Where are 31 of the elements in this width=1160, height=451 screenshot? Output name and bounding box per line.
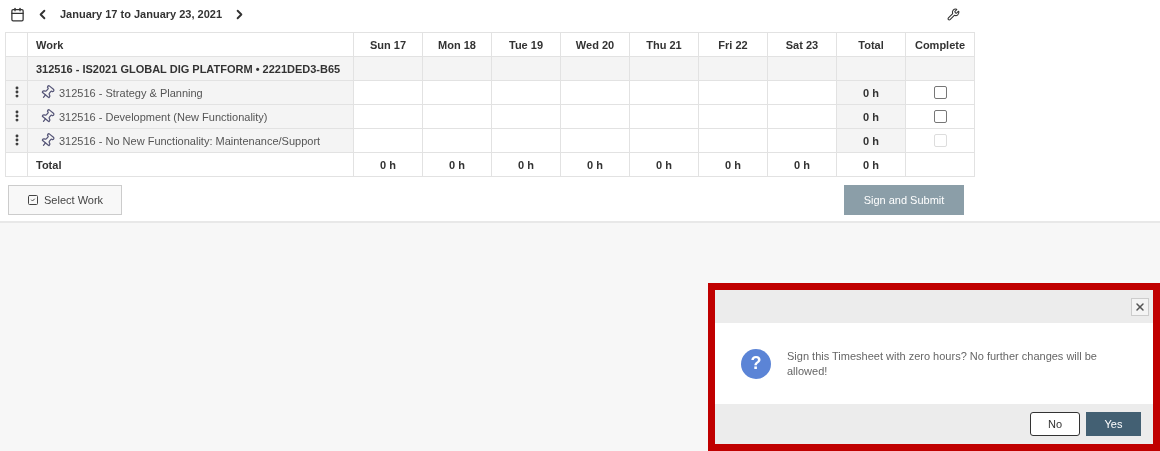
pin-icon[interactable]	[40, 109, 55, 124]
complete-checkbox[interactable]	[933, 86, 947, 100]
column-header: Thu 21	[629, 32, 699, 57]
group-cell: 312516 - IS2021 GLOBAL DIG PLATFORM • 2221DED3-B65	[27, 56, 354, 81]
complete-checkbox[interactable]	[933, 110, 947, 124]
date-range: January 17 to January 23, 2021	[60, 8, 223, 20]
pin-icon[interactable]	[40, 85, 55, 100]
calendar-icon[interactable]	[10, 6, 25, 22]
column-header: Work	[27, 32, 354, 57]
select-work-button[interactable]: Select Work	[8, 185, 123, 215]
yes-button[interactable]: Yes	[1086, 412, 1141, 436]
close-button[interactable]	[1131, 297, 1149, 316]
checkbox-icon	[27, 194, 39, 206]
table-cell: Total	[27, 152, 354, 177]
work-item: 312516 - No New Functionality: Maintenance/Support	[59, 134, 321, 147]
column-header: Total	[836, 32, 906, 57]
column-header: Wed 20	[560, 32, 630, 57]
column-header: Tue 19	[491, 32, 561, 57]
work-item: 312516 - Strategy & Planning	[59, 86, 203, 99]
close-icon	[1134, 300, 1146, 313]
column-header: Mon 18	[422, 32, 492, 57]
column-header: Complete	[905, 32, 975, 57]
column-header: Sun 17	[353, 32, 423, 57]
work-item: 312516 - Development (New Functionality)	[59, 110, 268, 123]
column-header: Sat 23	[767, 32, 837, 57]
pin-icon[interactable]	[40, 133, 55, 148]
no-button[interactable]: No	[1030, 412, 1080, 436]
column-header: Fri 22	[698, 32, 768, 57]
settings-icon[interactable]	[947, 7, 960, 21]
dialog-message: Sign this Timesheet with zero hours? No further changes will be allowed!	[787, 348, 1098, 379]
question-icon: ?	[741, 348, 771, 379]
